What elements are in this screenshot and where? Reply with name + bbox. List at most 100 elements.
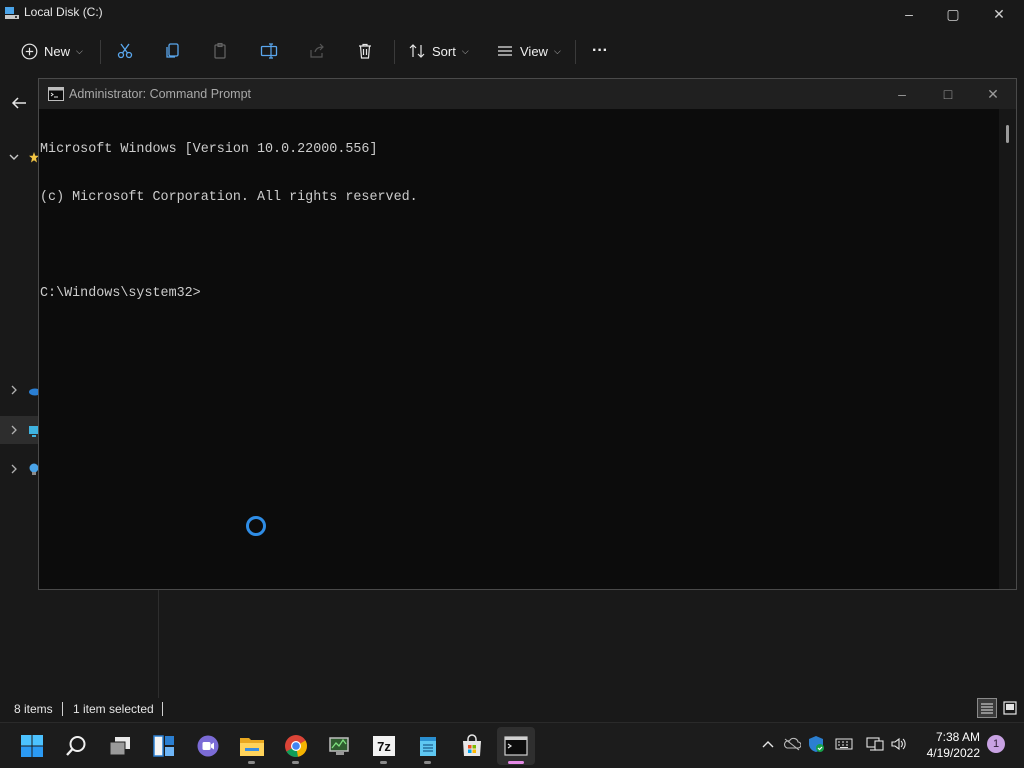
explorer-title-bar[interactable]: Local Disk (C:) – ▢ ✕ — [0, 0, 1024, 28]
volume-tray-icon[interactable] — [890, 735, 908, 753]
trash-icon — [356, 42, 374, 60]
widgets-button[interactable] — [145, 727, 183, 765]
search-button[interactable] — [57, 727, 95, 765]
copy-icon — [164, 42, 182, 60]
new-label: New — [44, 43, 71, 59]
network-tray-icon[interactable] — [866, 735, 884, 753]
cmd-minimize-button[interactable]: – — [879, 79, 925, 109]
status-divider — [162, 702, 163, 716]
explorer-command-bar: New ⌵ Sort ⌵ View ⌵ ··· — [0, 30, 1024, 72]
chevron-right-icon[interactable] — [8, 424, 22, 438]
details-view-button[interactable] — [977, 698, 997, 718]
search-icon — [66, 736, 86, 756]
cmd-close-button[interactable]: ✕ — [970, 79, 1016, 109]
taskbar-chrome[interactable] — [277, 727, 315, 765]
monitor-app-icon — [329, 737, 349, 755]
cmd-title-bar[interactable]: Administrator: Command Prompt – □ ✕ — [39, 79, 1016, 109]
chevron-right-icon[interactable] — [8, 463, 22, 477]
7zip-icon: 7z — [373, 736, 395, 756]
system-clock[interactable]: 7:38 AM 4/19/2022 — [918, 729, 980, 761]
large-icons-view-button[interactable] — [1000, 698, 1020, 718]
explorer-close-button[interactable]: ✕ — [976, 0, 1022, 28]
clock-time: 7:38 AM — [935, 730, 980, 744]
taskbar-command-prompt[interactable] — [497, 727, 535, 765]
console-line: Microsoft Windows [Version 10.0.22000.55… — [40, 142, 378, 157]
delete-button[interactable] — [356, 38, 374, 64]
command-prompt-line[interactable]: C:\Windows\system32> — [40, 286, 999, 302]
show-hidden-icons-button[interactable] — [759, 735, 777, 753]
rename-icon — [260, 42, 278, 60]
view-label: View — [520, 43, 548, 59]
taskbar-store[interactable] — [453, 727, 491, 765]
taskbar: 7z 7:38 AM 4/19/2022 1 — [0, 722, 1024, 768]
explorer-status-bar: 8 items 1 item selected — [0, 698, 1024, 720]
notification-badge[interactable]: 1 — [987, 735, 1005, 753]
folder-icon — [240, 738, 264, 756]
taskbar-7zip[interactable]: 7z — [365, 727, 403, 765]
windows-logo-icon — [21, 735, 43, 757]
security-tray-icon[interactable] — [807, 735, 825, 753]
share-icon — [308, 42, 326, 60]
cmd-maximize-button[interactable]: □ — [925, 79, 971, 109]
console-output[interactable]: Microsoft Windows [Version 10.0.22000.55… — [39, 109, 999, 589]
toolbar-divider — [100, 40, 101, 64]
task-view-icon — [109, 737, 130, 756]
taskbar-notepad[interactable] — [409, 727, 447, 765]
chat-button[interactable] — [189, 727, 227, 765]
task-view-button[interactable] — [101, 727, 139, 765]
cmd-title: Administrator: Command Prompt — [69, 87, 252, 101]
clock-date: 4/19/2022 — [926, 746, 980, 760]
view-list-icon — [496, 42, 514, 60]
command-prompt-window[interactable]: Administrator: Command Prompt – □ ✕ Micr… — [38, 78, 1017, 590]
onedrive-tray-icon[interactable] — [783, 735, 801, 753]
cmd-app-icon — [48, 87, 64, 101]
sort-label: Sort — [432, 43, 456, 59]
chrome-icon — [285, 735, 307, 757]
scroll-thumb[interactable] — [1006, 125, 1009, 143]
copy-button[interactable] — [164, 38, 182, 64]
sort-button[interactable]: Sort ⌵ — [408, 38, 469, 64]
explorer-maximize-button[interactable]: ▢ — [930, 0, 976, 28]
start-button[interactable] — [13, 727, 51, 765]
running-indicator — [248, 761, 255, 764]
chevron-up-icon — [762, 741, 774, 748]
teams-chat-icon — [197, 735, 219, 757]
selection-count-text: 1 item selected — [73, 702, 154, 716]
details-view-icon — [981, 703, 993, 714]
keyboard-tray-icon[interactable] — [835, 735, 853, 753]
cmd-scrollbar[interactable] — [999, 109, 1016, 589]
taskbar-monitor-app[interactable] — [321, 727, 359, 765]
chevron-down-icon: ⌵ — [553, 45, 561, 56]
running-indicator — [424, 761, 431, 764]
paste-icon — [212, 42, 230, 60]
item-count-text: 8 items — [14, 702, 53, 716]
toolbar-divider — [575, 40, 576, 64]
paste-button[interactable] — [212, 38, 230, 64]
scissors-icon — [116, 42, 134, 60]
terminal-icon — [504, 736, 528, 756]
cut-button[interactable] — [116, 38, 134, 64]
new-button[interactable]: New ⌵ — [20, 38, 83, 64]
chevron-right-icon[interactable] — [8, 384, 22, 398]
sort-arrows-icon — [408, 42, 426, 60]
toolbar-divider — [394, 40, 395, 64]
widgets-icon — [153, 735, 174, 757]
tiles-view-icon — [1003, 701, 1017, 715]
chevron-down-icon: ⌵ — [461, 45, 469, 56]
console-line: (c) Microsoft Corporation. All rights re… — [40, 190, 418, 205]
notepad-icon — [420, 737, 436, 756]
store-icon — [463, 734, 481, 756]
view-button[interactable]: View ⌵ — [496, 38, 561, 64]
chevron-down-icon: ⌵ — [76, 45, 83, 56]
running-indicator — [380, 761, 387, 764]
running-indicator — [292, 761, 299, 764]
explorer-minimize-button[interactable]: – — [886, 0, 932, 28]
pane-divider[interactable] — [158, 590, 159, 698]
more-options-button[interactable]: ··· — [592, 38, 608, 64]
rename-button[interactable] — [260, 38, 278, 64]
share-button[interactable] — [308, 38, 326, 64]
chevron-down-icon[interactable] — [8, 151, 22, 165]
taskbar-file-explorer[interactable] — [233, 727, 271, 765]
back-arrow-icon[interactable] — [10, 94, 32, 116]
busy-cursor-icon — [246, 516, 266, 536]
